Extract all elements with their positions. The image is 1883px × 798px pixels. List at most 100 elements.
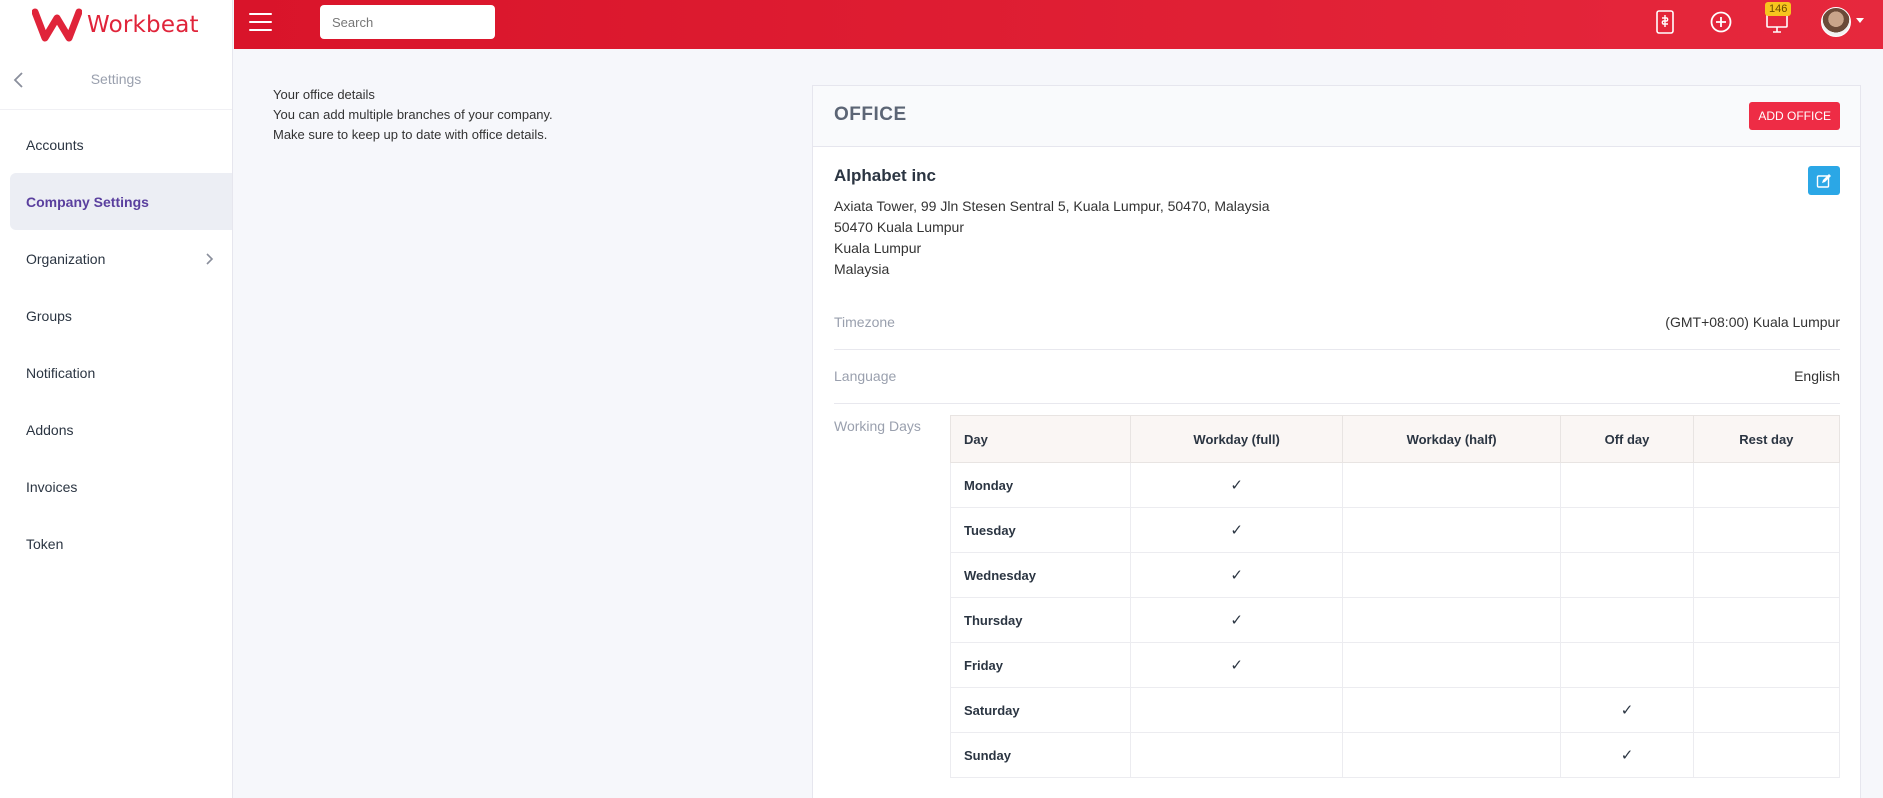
office-address: Axiata Tower, 99 Jln Stesen Sentral 5, K… — [834, 196, 1270, 280]
table-row: Saturday ✓ — [949, 687, 1841, 733]
topbar — [234, 0, 1883, 49]
description-line: Your office details — [273, 87, 375, 102]
description-line: Make sure to keep up to date with office… — [273, 127, 548, 142]
timezone-label: Timezone — [834, 314, 895, 330]
check-cell: ✓ — [1130, 642, 1343, 688]
day-cell: Tuesday — [949, 507, 1132, 553]
table-row: Tuesday ✓ — [949, 507, 1841, 553]
edit-office-button[interactable] — [1808, 166, 1840, 195]
check-cell — [1341, 462, 1562, 508]
company-name: Alphabet inc — [834, 166, 937, 185]
check-cell: ✓ — [1130, 507, 1343, 553]
brand-name: Workbeat — [87, 11, 199, 38]
sidebar-item-token[interactable]: Token — [0, 515, 232, 572]
sidebar-item-label: Company Settings — [26, 193, 149, 210]
sidebar-item-label: Organization — [26, 250, 106, 267]
sidebar-item-label: Groups — [26, 307, 72, 324]
timezone-value: (GMT+08:00) Kuala Lumpur — [1665, 314, 1840, 330]
logo[interactable]: Workbeat — [0, 0, 232, 49]
col-header-workday-half: Workday (half) — [1341, 415, 1562, 463]
working-days-label: Working Days — [834, 418, 921, 434]
check-cell — [1692, 462, 1841, 508]
check-cell — [1341, 507, 1562, 553]
address-line: Kuala Lumpur — [834, 240, 922, 256]
working-days-table: Day Workday (full) Workday (half) Off da… — [949, 415, 1841, 778]
check-cell — [1692, 597, 1841, 643]
check-cell: ✓ — [1130, 552, 1343, 598]
check-cell — [1130, 687, 1343, 733]
search-input[interactable] — [320, 5, 495, 39]
table-row: Friday ✓ — [949, 642, 1841, 688]
check-cell — [1692, 687, 1841, 733]
settings-nav: Accounts Company Settings Organization G… — [0, 110, 232, 572]
sidebar-item-addons[interactable]: Addons — [0, 401, 232, 458]
chevron-right-icon — [206, 253, 214, 265]
workbeat-logo-icon — [32, 8, 82, 41]
sidebar-item-label: Invoices — [26, 478, 78, 495]
check-cell — [1560, 507, 1694, 553]
check-cell: ✓ — [1560, 687, 1694, 733]
description-line: You can add multiple branches of your co… — [273, 107, 553, 122]
check-cell: ✓ — [1560, 732, 1694, 778]
col-header-off-day: Off day — [1560, 415, 1694, 463]
sidebar-item-label: Token — [26, 535, 64, 552]
check-cell — [1560, 552, 1694, 598]
table-row: Wednesday ✓ — [949, 552, 1841, 598]
chevron-down-icon[interactable] — [1856, 18, 1864, 24]
sidebar-item-label: Addons — [26, 421, 74, 438]
check-cell — [1560, 642, 1694, 688]
table-row: Thursday ✓ — [949, 597, 1841, 643]
hamburger-menu-icon[interactable] — [249, 13, 272, 31]
sidebar-item-groups[interactable]: Groups — [0, 287, 232, 344]
invoice-icon[interactable] — [1652, 9, 1678, 35]
col-header-rest-day: Rest day — [1692, 415, 1841, 463]
col-header-day: Day — [949, 415, 1132, 463]
check-cell — [1341, 597, 1562, 643]
add-office-button[interactable]: ADD OFFICE — [1749, 102, 1840, 130]
settings-header: Settings — [0, 49, 232, 110]
office-card: OFFICE ADD OFFICE Alphabet inc Axiata To… — [812, 85, 1861, 798]
sidebar-item-company-settings[interactable]: Company Settings — [10, 173, 232, 230]
address-line: Axiata Tower, 99 Jln Stesen Sentral 5, K… — [834, 198, 1270, 214]
sidebar: Workbeat Settings Accounts Company Setti… — [0, 0, 233, 798]
notification-badge: 146 — [1765, 2, 1792, 16]
check-cell: ✓ — [1130, 597, 1343, 643]
back-chevron-icon[interactable] — [12, 71, 26, 89]
check-cell — [1130, 732, 1343, 778]
day-cell: Thursday — [949, 597, 1132, 643]
day-cell: Wednesday — [949, 552, 1132, 598]
office-description: Your office details You can add multiple… — [273, 85, 553, 145]
check-cell — [1341, 732, 1562, 778]
settings-title: Settings — [90, 71, 142, 87]
check-cell — [1692, 507, 1841, 553]
timezone-row: Timezone (GMT+08:00) Kuala Lumpur — [834, 296, 1840, 350]
check-cell: ✓ — [1130, 462, 1343, 508]
table-header-row: Day Workday (full) Workday (half) Off da… — [949, 415, 1841, 463]
check-cell — [1692, 732, 1841, 778]
sidebar-item-label: Notification — [26, 364, 96, 381]
office-title: OFFICE — [834, 104, 907, 125]
check-cell — [1692, 552, 1841, 598]
col-header-workday-full: Workday (full) — [1130, 415, 1343, 463]
address-line: Malaysia — [834, 261, 890, 277]
sidebar-item-notification[interactable]: Notification — [0, 344, 232, 401]
table-row: Monday ✓ — [949, 462, 1841, 508]
office-card-header: OFFICE ADD OFFICE — [813, 86, 1860, 147]
day-cell: Saturday — [949, 687, 1132, 733]
sidebar-item-invoices[interactable]: Invoices — [0, 458, 232, 515]
language-row: Language English — [834, 350, 1840, 404]
sidebar-item-accounts[interactable]: Accounts — [0, 116, 232, 173]
edit-icon — [1816, 173, 1831, 188]
sidebar-item-organization[interactable]: Organization — [0, 230, 232, 287]
check-cell — [1341, 552, 1562, 598]
check-cell — [1692, 642, 1841, 688]
language-value: English — [1794, 368, 1840, 384]
check-cell — [1560, 597, 1694, 643]
check-cell — [1341, 642, 1562, 688]
sidebar-item-label: Accounts — [26, 136, 84, 153]
avatar[interactable] — [1821, 7, 1851, 37]
day-cell: Sunday — [949, 732, 1132, 778]
language-label: Language — [834, 368, 897, 384]
check-cell — [1341, 687, 1562, 733]
add-circle-icon[interactable] — [1708, 9, 1734, 35]
